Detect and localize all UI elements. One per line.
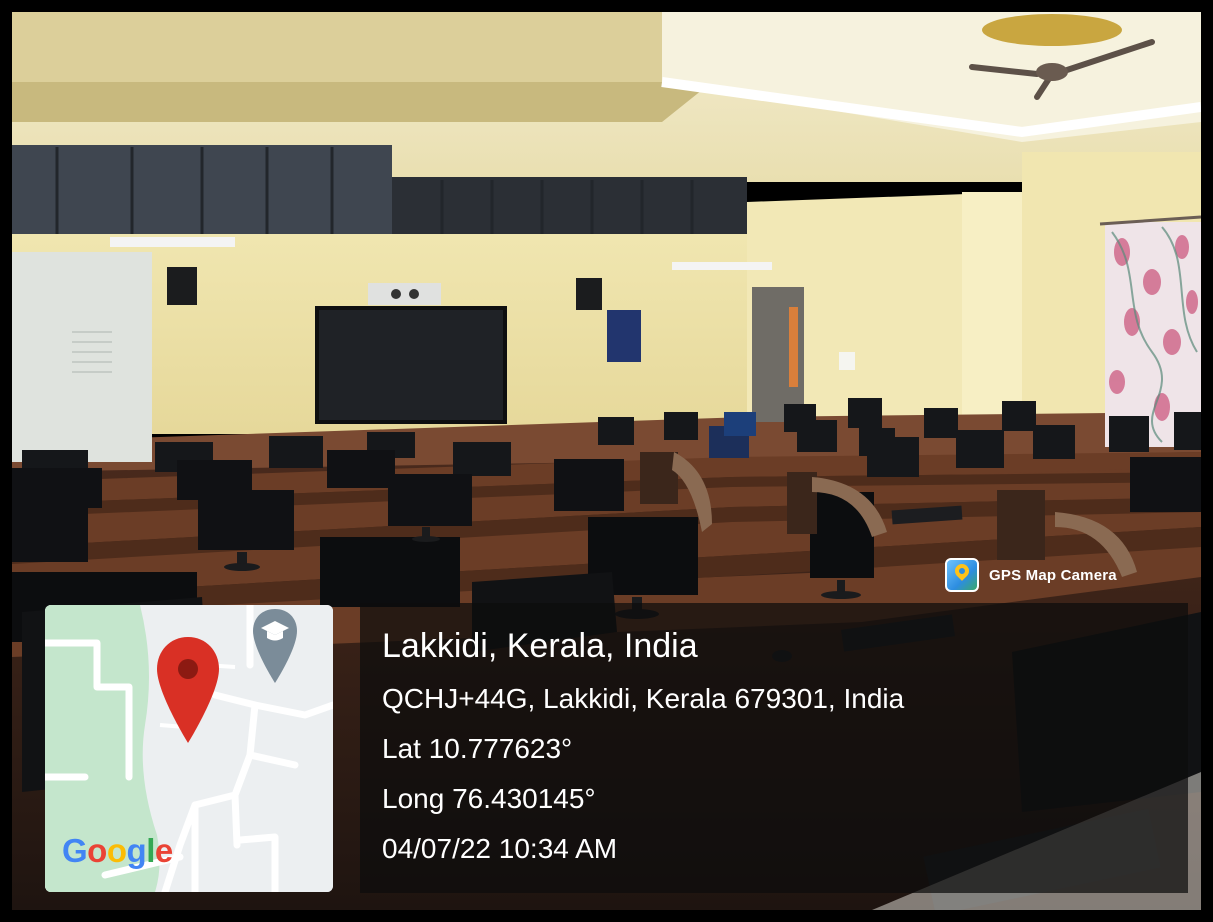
google-logo: Google	[62, 832, 173, 869]
location-title: Lakkidi, Kerala, India	[382, 627, 698, 665]
longitude-text: Long 76.430145°	[382, 783, 596, 814]
photo-frame: GPS Map Camera Lakkidi, Kerala, India QC…	[0, 0, 1213, 922]
timestamp-text: 04/07/22 10:34 AM	[382, 833, 618, 864]
gps-map-camera-icon	[945, 558, 979, 592]
mini-map: Google	[45, 605, 333, 892]
map-pin-icon	[157, 637, 219, 743]
latitude-text: Lat 10.777623°	[382, 733, 573, 764]
badge-label: GPS Map Camera	[989, 566, 1117, 584]
gps-map-camera-badge: GPS Map Camera	[945, 555, 1117, 595]
location-address: QCHJ+44G, Lakkidi, Kerala 679301, India	[382, 683, 905, 714]
location-info-panel: Lakkidi, Kerala, India QCHJ+44G, Lakkidi…	[360, 603, 1188, 893]
school-cap-icon	[253, 609, 297, 683]
